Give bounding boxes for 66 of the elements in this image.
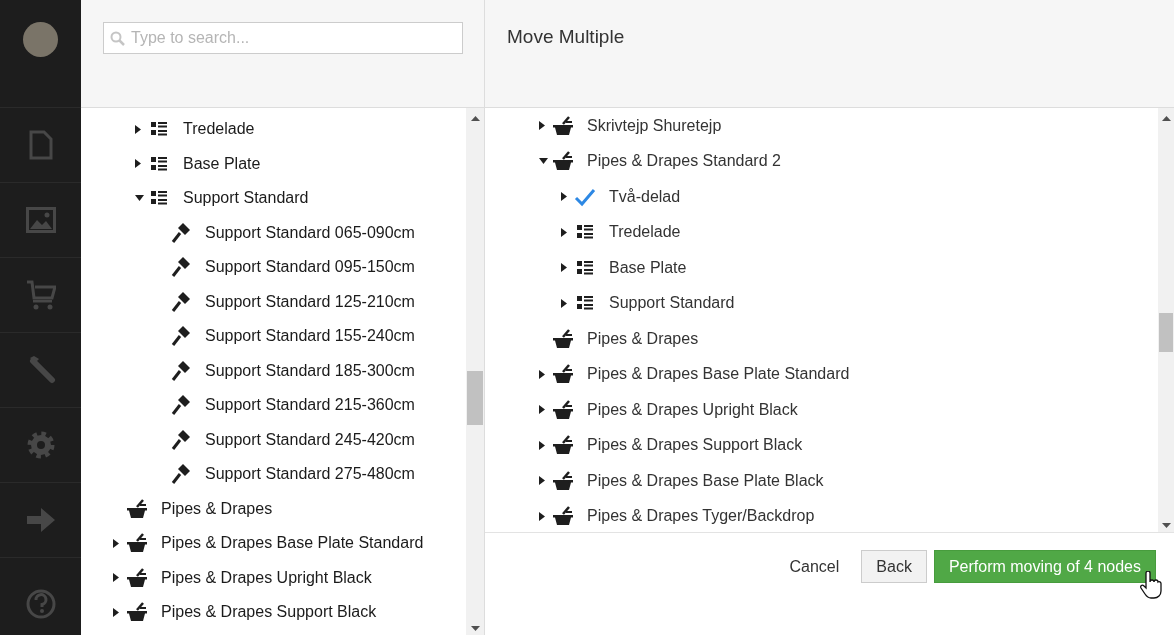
search-icon [110,31,125,46]
expand-arrow-icon[interactable] [561,298,567,308]
hand-cursor-icon [1140,571,1162,599]
expand-arrow-icon[interactable] [135,159,141,169]
cancel-link[interactable]: Cancel [774,550,855,583]
scrollbar-thumb[interactable] [467,371,483,425]
tree-item-label[interactable]: Support Standard 215-360cm [205,396,415,415]
tree-item-label[interactable]: Support Standard 095-150cm [205,258,415,277]
expand-arrow-icon[interactable] [561,192,567,202]
expand-arrow-icon[interactable] [539,121,545,131]
scroll-up-icon[interactable] [1161,116,1171,121]
bowl-icon [126,567,148,588]
expand-arrow-icon[interactable] [539,476,545,486]
expand-arrow-icon[interactable] [135,195,144,202]
expand-arrow-icon[interactable] [113,538,119,548]
tree-item-label[interactable]: Pipes & Drapes Support Black [587,436,803,455]
tree-item-label[interactable]: Support Standard 065-090cm [205,223,415,242]
expand-arrow-icon[interactable] [539,405,545,415]
tree-item-label[interactable]: Skrivtejp Shuretejp [587,116,722,135]
back-button[interactable]: Back [861,550,927,583]
tree-item-label[interactable]: Pipes & Drapes Tyger/Backdrop [587,507,815,526]
scrollbar-thumb[interactable] [1159,313,1173,352]
tree-item-label[interactable]: Pipes & Drapes Standard 2 [587,152,781,171]
scrollbar[interactable] [1158,108,1174,532]
dialog-title: Move Multiple [507,26,625,48]
expand-arrow-icon[interactable] [539,440,545,450]
expand-arrow-icon[interactable] [561,227,567,237]
list-icon [151,122,167,137]
expand-arrow-icon[interactable] [539,511,545,521]
tree-item-label[interactable]: Pipes & Drapes Base Plate Standard [161,534,424,553]
expand-arrow-icon[interactable] [539,369,545,379]
scroll-up-icon[interactable] [470,116,480,121]
tree-item-label[interactable]: Base Plate [609,258,687,277]
tree-item-label[interactable]: Pipes & Drapes [587,329,699,348]
tree-item-label[interactable]: Base Plate [183,154,261,173]
scroll-down-icon[interactable] [470,626,480,631]
scroll-down-icon[interactable] [1161,523,1171,528]
tree-item-label[interactable]: Tredelade [183,120,255,139]
tree-item-label[interactable]: Support Standard 155-240cm [205,327,415,346]
tree-item-label[interactable]: Pipes & Drapes Base Plate Black [587,471,824,490]
list-icon [151,156,167,171]
tree-item-label[interactable]: Pipes & Drapes Support Black [161,603,377,622]
tree-item-label[interactable]: Support Standard 125-210cm [205,292,415,311]
expand-arrow-icon[interactable] [561,263,567,273]
expand-arrow-icon[interactable] [135,124,141,134]
tree-item-label[interactable]: Tredelade [609,223,681,242]
list-icon [151,191,167,206]
scrollbar[interactable] [466,108,484,635]
expand-arrow-icon[interactable] [113,573,119,583]
tree-item-label[interactable]: Pipes & Drapes Upright Black [587,400,798,419]
tree-item-label[interactable]: Pipes & Drapes Base Plate Standard [587,365,850,384]
tree-item-label[interactable]: Två-delad [609,187,681,206]
tree-item-label[interactable]: Support Standard 245-420cm [205,430,415,449]
tree-item-label[interactable]: Support Standard 275-480cm [205,465,415,484]
tree-item-label[interactable]: Support Standard [183,189,309,208]
tree-item-label[interactable]: Pipes & Drapes Upright Black [161,568,372,587]
avatar[interactable] [23,22,58,57]
tree-item-label[interactable]: Pipes & Drapes [161,499,273,518]
tree-item-label[interactable]: Support Standard [609,294,735,313]
bowl-icon [126,533,148,554]
expand-arrow-icon[interactable] [113,607,119,617]
search-field[interactable]: Type to search... [103,22,463,54]
bowl-icon [126,602,148,623]
tree-item-label[interactable]: Support Standard 185-300cm [205,361,415,380]
bowl-icon [126,498,148,519]
expand-arrow-icon[interactable] [539,158,548,165]
